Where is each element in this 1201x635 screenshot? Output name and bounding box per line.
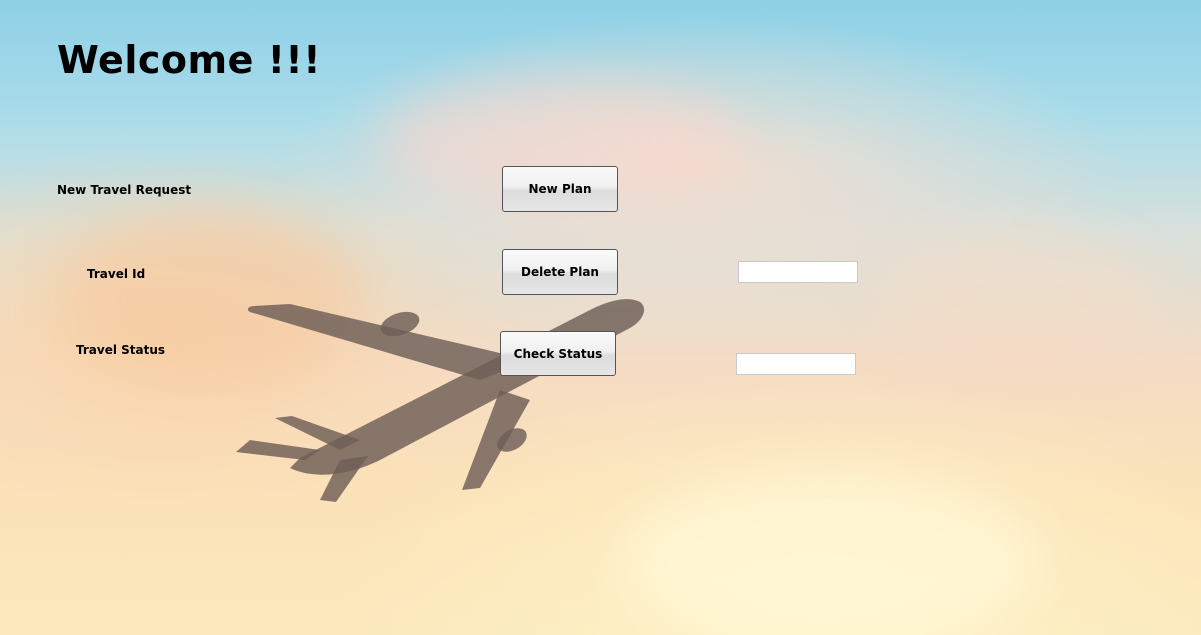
travel-status-label: Travel Status <box>76 343 166 357</box>
travel-status-input[interactable] <box>736 353 856 375</box>
delete-plan-button[interactable]: Delete Plan <box>502 249 618 295</box>
page-title: Welcome !!! <box>57 38 322 82</box>
check-status-button[interactable]: Check Status <box>500 331 616 376</box>
travel-id-label: Travel Id <box>87 267 146 281</box>
cloud-haze <box>880 230 1160 370</box>
sun-glow <box>620 470 1040 635</box>
app-window: Welcome !!! New Travel Request New Plan … <box>0 0 1201 635</box>
new-travel-request-label: New Travel Request <box>57 183 192 197</box>
travel-id-input[interactable] <box>738 261 858 283</box>
new-plan-button[interactable]: New Plan <box>502 166 618 212</box>
airplane-icon <box>230 290 650 510</box>
